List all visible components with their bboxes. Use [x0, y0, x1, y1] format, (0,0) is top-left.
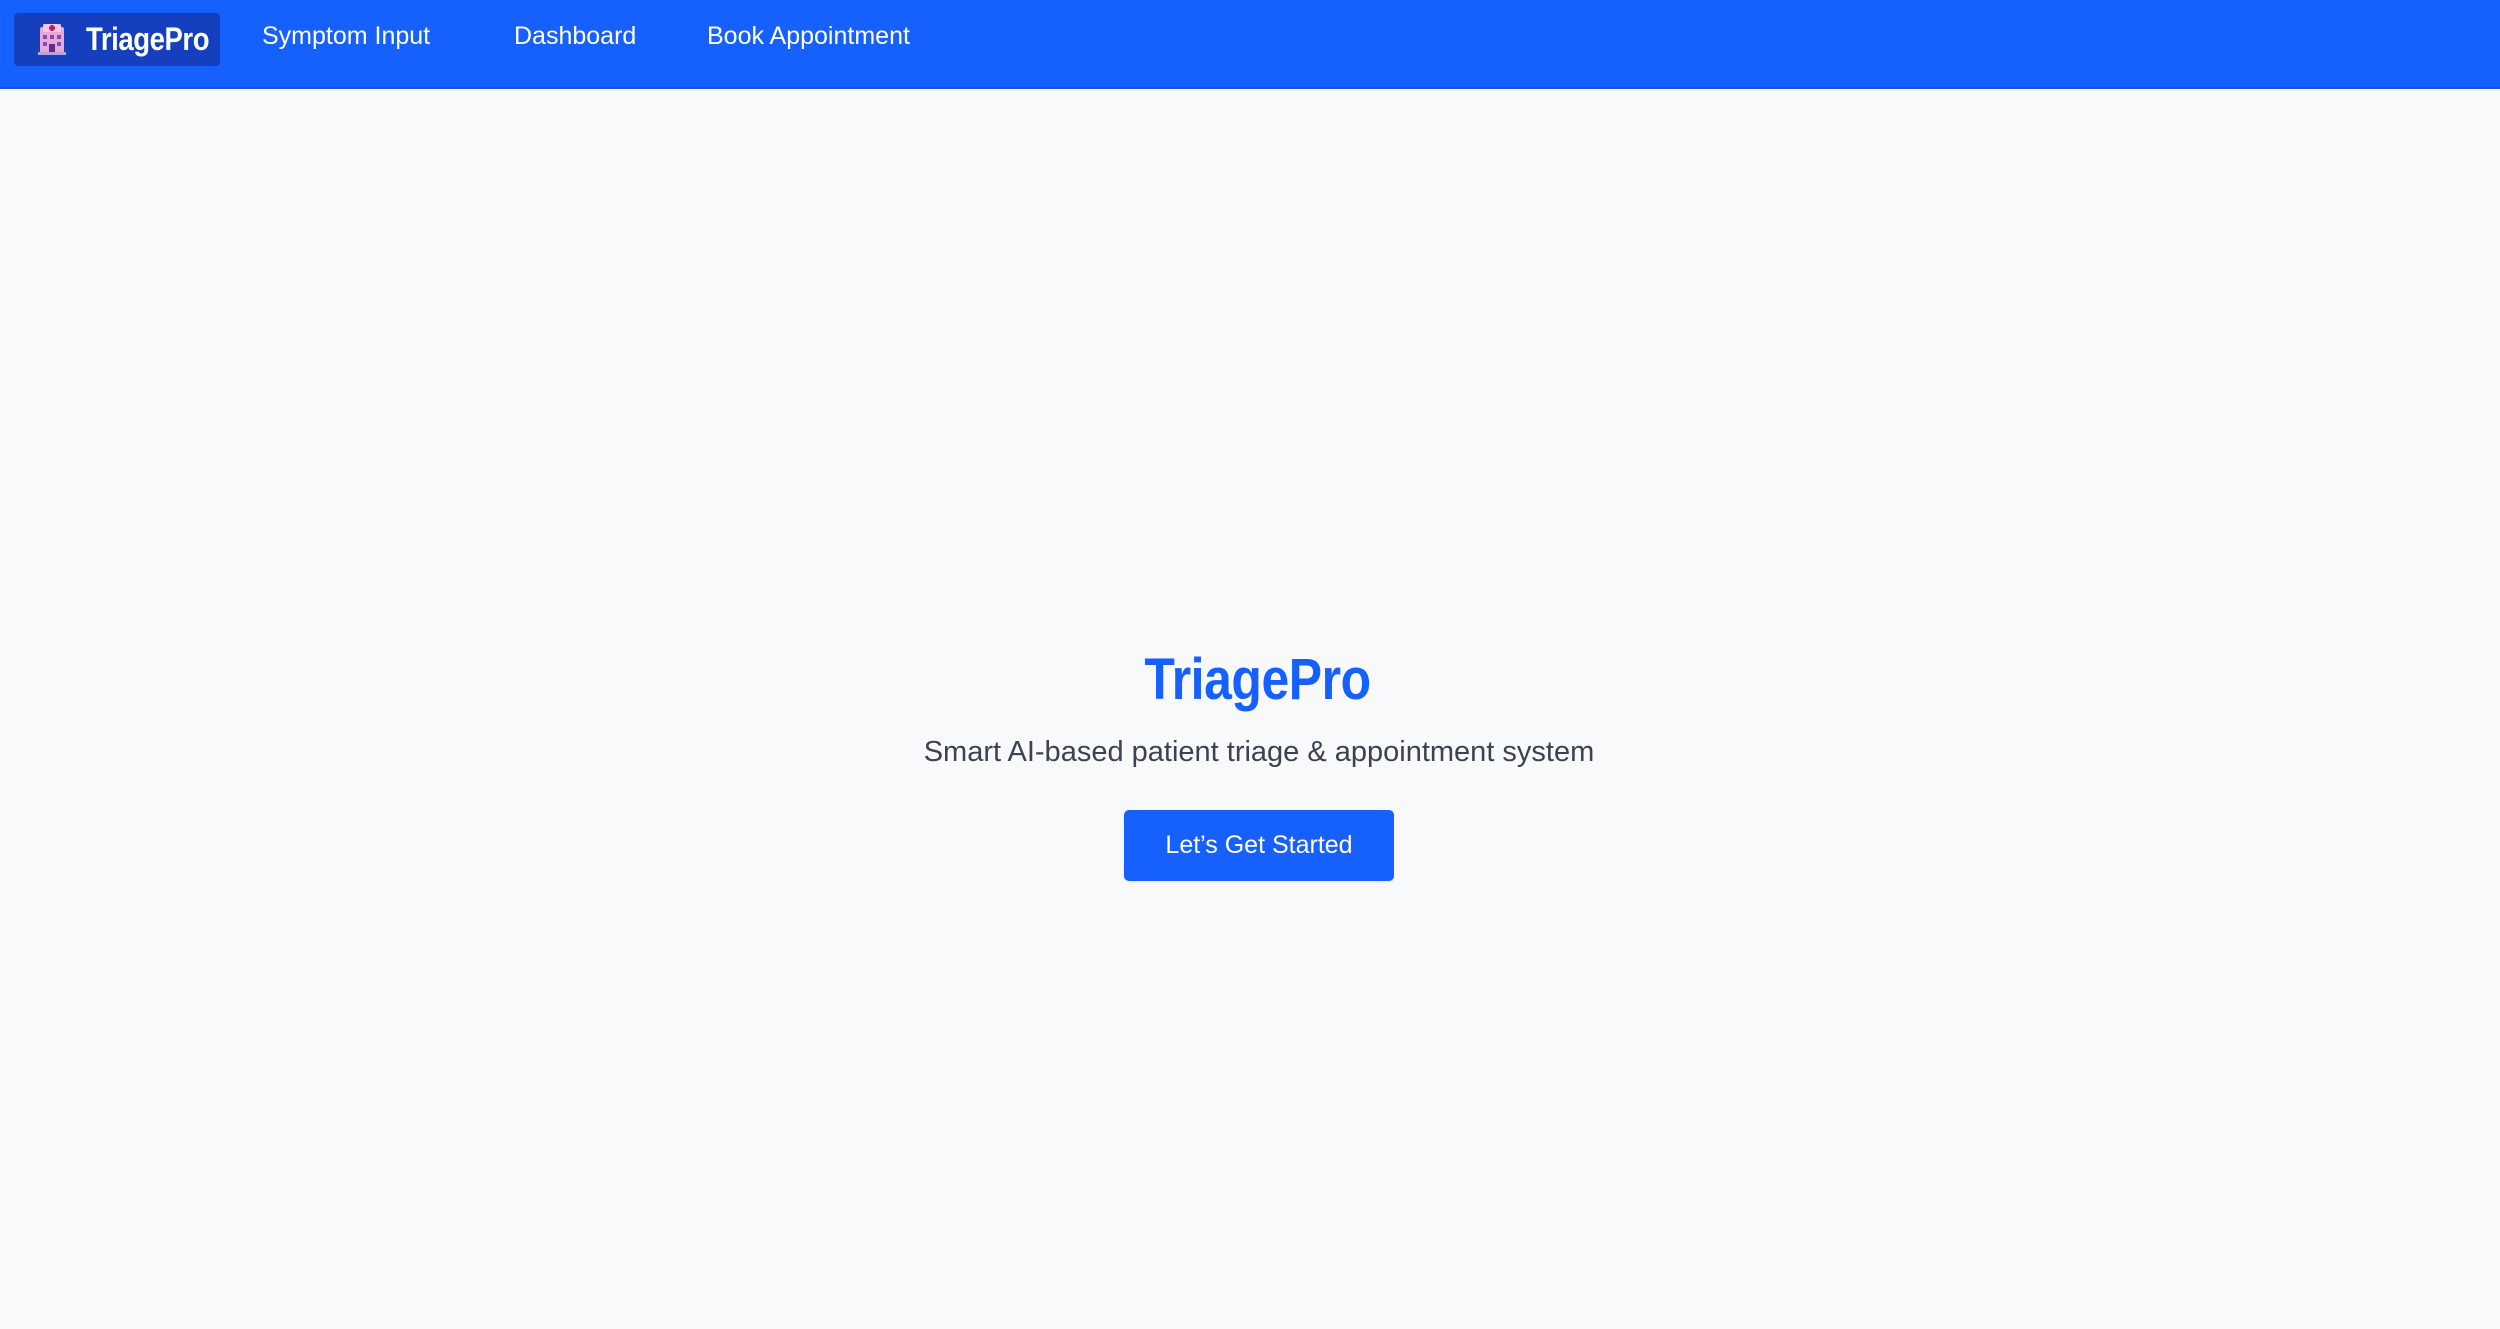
hero-subtitle: Smart AI-based patient triage & appointm… — [923, 736, 1595, 768]
brand-name: TriagePro — [86, 21, 210, 57]
hero-title-text: TriagePro — [1144, 647, 1372, 712]
hospital-icon — [38, 23, 66, 57]
brand-logo-link[interactable]: TriagePro — [14, 13, 220, 66]
nav-link-symptom-input[interactable]: Symptom Input — [262, 0, 430, 72]
hero-title: TriagePro — [0, 640, 2500, 720]
nav-link-dashboard[interactable]: Dashboard — [514, 0, 636, 72]
top-navbar: TriagePro Symptom Input Dashboard Book A… — [0, 0, 2500, 89]
nav-link-book-appointment[interactable]: Book Appointment — [707, 0, 910, 72]
get-started-button[interactable]: Let’s Get Started — [1124, 810, 1394, 881]
